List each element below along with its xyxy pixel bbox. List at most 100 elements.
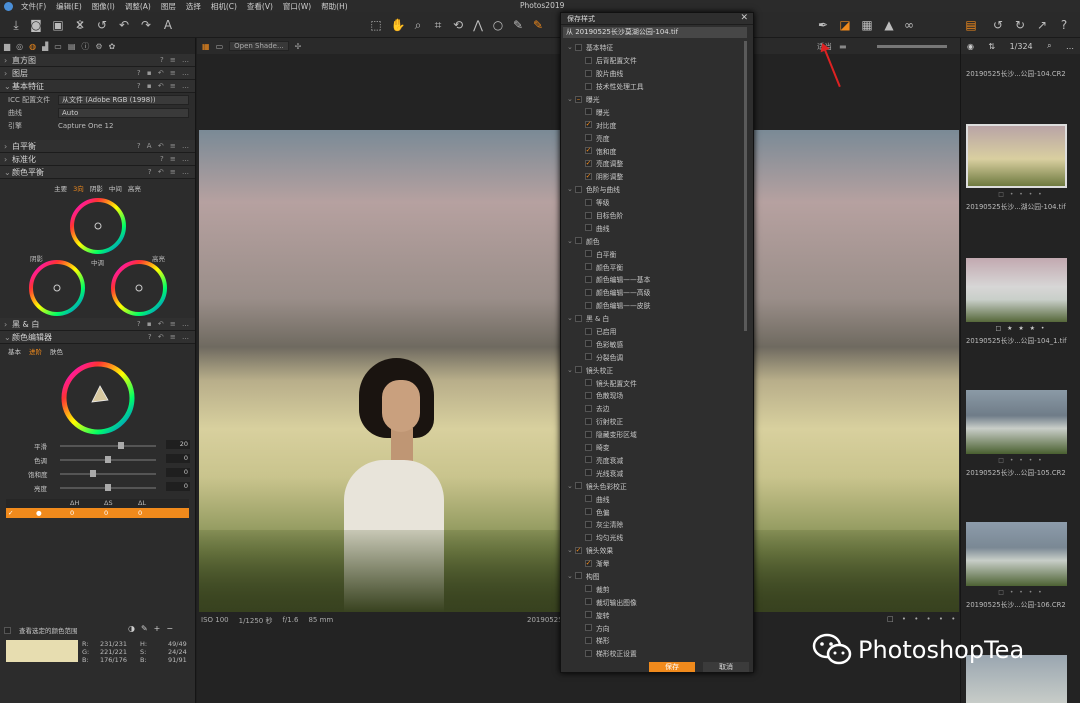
slider-smooth-track[interactable]: [60, 442, 156, 449]
style-item[interactable]: 衍射校正: [563, 415, 743, 428]
expand-arrow-icon[interactable]: ⌄: [567, 572, 575, 580]
checkbox[interactable]: [575, 366, 582, 374]
thumb-rating[interactable]: □ • • • •: [991, 589, 1051, 596]
view-range-checkbox[interactable]: [4, 626, 11, 634]
style-group[interactable]: ⌄ ✓ 镜头效果: [563, 544, 743, 557]
checkbox[interactable]: [585, 288, 592, 296]
circle-tool-icon[interactable]: ○: [490, 17, 506, 33]
checkbox[interactable]: [585, 108, 592, 116]
curve-select[interactable]: Auto: [58, 107, 189, 118]
zoom-out-icon[interactable]: ▬: [839, 42, 863, 51]
cb-tab-high[interactable]: 高亮: [128, 183, 141, 193]
section-tools[interactable]: ? ▪ ↶ ≡ …: [137, 320, 191, 328]
style-group[interactable]: ⌄ 基本特征: [563, 41, 743, 54]
add-icon[interactable]: ✢: [295, 42, 302, 51]
style-item[interactable]: 镜头配置文件: [563, 376, 743, 389]
row-check[interactable]: ✓: [6, 509, 18, 517]
warning-icon[interactable]: ▲: [881, 17, 897, 33]
style-item[interactable]: 颜色编辑——基本: [563, 273, 743, 286]
delete-icon[interactable]: ✕: [72, 17, 88, 33]
section-tools[interactable]: ? ▪ ↶ ≡ …: [137, 82, 191, 90]
checkbox[interactable]: [585, 353, 592, 361]
redo-right-icon[interactable]: ↻: [1012, 17, 1028, 33]
style-group[interactable]: ⌄ 颜色: [563, 234, 743, 247]
save-button[interactable]: 保存: [649, 662, 695, 672]
style-group[interactable]: ⌄ 黑 & 白: [563, 312, 743, 325]
ce-tab-advanced[interactable]: 进阶: [29, 346, 42, 356]
style-item[interactable]: 白平衡: [563, 247, 743, 260]
style-item[interactable]: ✓ 对比度: [563, 118, 743, 131]
thumb-rating[interactable]: □ ★ ★ ★ •: [991, 325, 1051, 332]
section-bw[interactable]: › 黑 & 白? ▪ ↶ ≡ …: [0, 318, 195, 331]
style-item[interactable]: 亮度衰减: [563, 454, 743, 467]
checkbox[interactable]: [585, 430, 592, 438]
style-item[interactable]: 色彩敏感: [563, 337, 743, 350]
slider-light-value[interactable]: 0: [166, 482, 190, 491]
section-layers[interactable]: › 图层? ▪ ↶ ≡ …: [0, 67, 195, 80]
capture-tab-icon[interactable]: ◎: [16, 42, 23, 51]
style-group[interactable]: ⌄ 镜头色彩校正: [563, 479, 743, 492]
checkbox[interactable]: [585, 443, 592, 451]
section-basic[interactable]: ⌄ 基本特征? ▪ ↶ ≡ …: [0, 80, 195, 93]
checkbox[interactable]: [575, 185, 582, 193]
thumb-rating[interactable]: □ • • • •: [991, 191, 1051, 198]
style-item[interactable]: 旋转: [563, 608, 743, 621]
style-item[interactable]: 技术性处理工具: [563, 80, 743, 93]
help-icon[interactable]: ?: [1056, 17, 1072, 33]
import-icon[interactable]: ⤓: [8, 17, 24, 33]
expand-arrow-icon[interactable]: ⌄: [567, 546, 575, 554]
thumbnail[interactable]: [966, 522, 1067, 586]
expand-arrow-icon[interactable]: ⌄: [567, 43, 575, 51]
style-item[interactable]: 后背配置文件: [563, 54, 743, 67]
slider-hue-value[interactable]: 0: [166, 454, 190, 463]
checkbox[interactable]: [585, 301, 592, 309]
section-tools[interactable]: ? ↶ ≡ …: [148, 333, 191, 341]
library-tab-icon[interactable]: ▆: [4, 42, 10, 51]
slider-sat-value[interactable]: 0: [166, 468, 190, 477]
checkbox[interactable]: [585, 404, 592, 412]
style-group[interactable]: ⌄ 镜头校正: [563, 363, 743, 376]
color-wheels[interactable]: 阴影 中调 高亮: [0, 193, 196, 318]
section-tools[interactable]: ? ↶ ≡ …: [148, 168, 191, 176]
checkbox[interactable]: ✓: [585, 172, 592, 180]
style-item[interactable]: 裁切输出图像: [563, 595, 743, 608]
exposure-warning-icon[interactable]: ◪: [837, 17, 853, 33]
checkbox[interactable]: [585, 379, 592, 387]
section-tools[interactable]: ? ≡ …: [160, 155, 191, 163]
checkbox[interactable]: [585, 327, 592, 335]
preset-select[interactable]: Open Shade...: [229, 41, 289, 51]
checkbox[interactable]: ✓: [575, 546, 582, 554]
section-color-balance[interactable]: ⌄ 颜色平衡? ↶ ≡ …: [0, 166, 195, 179]
slider-smooth-value[interactable]: 20: [166, 440, 190, 449]
expand-arrow-icon[interactable]: ⌄: [567, 314, 575, 322]
style-item[interactable]: 颜色平衡: [563, 260, 743, 273]
style-item[interactable]: 曲线: [563, 221, 743, 234]
style-item[interactable]: ✓ 渐晕: [563, 557, 743, 570]
checkbox[interactable]: ✓: [585, 147, 592, 155]
close-icon[interactable]: ✕: [740, 13, 748, 23]
cb-tab-3way[interactable]: 3向: [73, 183, 84, 193]
menu-camera[interactable]: 相机(C): [211, 1, 237, 12]
cb-tab-master[interactable]: 主要: [54, 183, 67, 193]
style-item[interactable]: 目标色阶: [563, 209, 743, 222]
checkbox[interactable]: [585, 224, 592, 232]
style-item[interactable]: 梯形: [563, 634, 743, 647]
sort-icon[interactable]: ⇅: [988, 42, 995, 51]
style-item[interactable]: 亮度: [563, 131, 743, 144]
checkbox[interactable]: [585, 211, 592, 219]
style-item[interactable]: 已启用: [563, 325, 743, 338]
style-item[interactable]: 等级: [563, 196, 743, 209]
copy-adjust-icon[interactable]: ✒: [815, 17, 831, 33]
export-icon[interactable]: ▣: [50, 17, 66, 33]
zoom-slider[interactable]: [877, 45, 947, 48]
checkbox[interactable]: [585, 495, 592, 503]
style-item[interactable]: 裁剪: [563, 582, 743, 595]
menu-file[interactable]: 文件(F): [21, 1, 46, 12]
checkbox[interactable]: [585, 69, 592, 77]
cancel-button[interactable]: 取消: [703, 662, 749, 672]
rotate-tool-icon[interactable]: ⟲: [450, 17, 466, 33]
checkbox[interactable]: [585, 520, 592, 528]
checkbox[interactable]: [585, 198, 592, 206]
menu-select[interactable]: 选择: [186, 1, 201, 12]
style-item[interactable]: 方向: [563, 621, 743, 634]
